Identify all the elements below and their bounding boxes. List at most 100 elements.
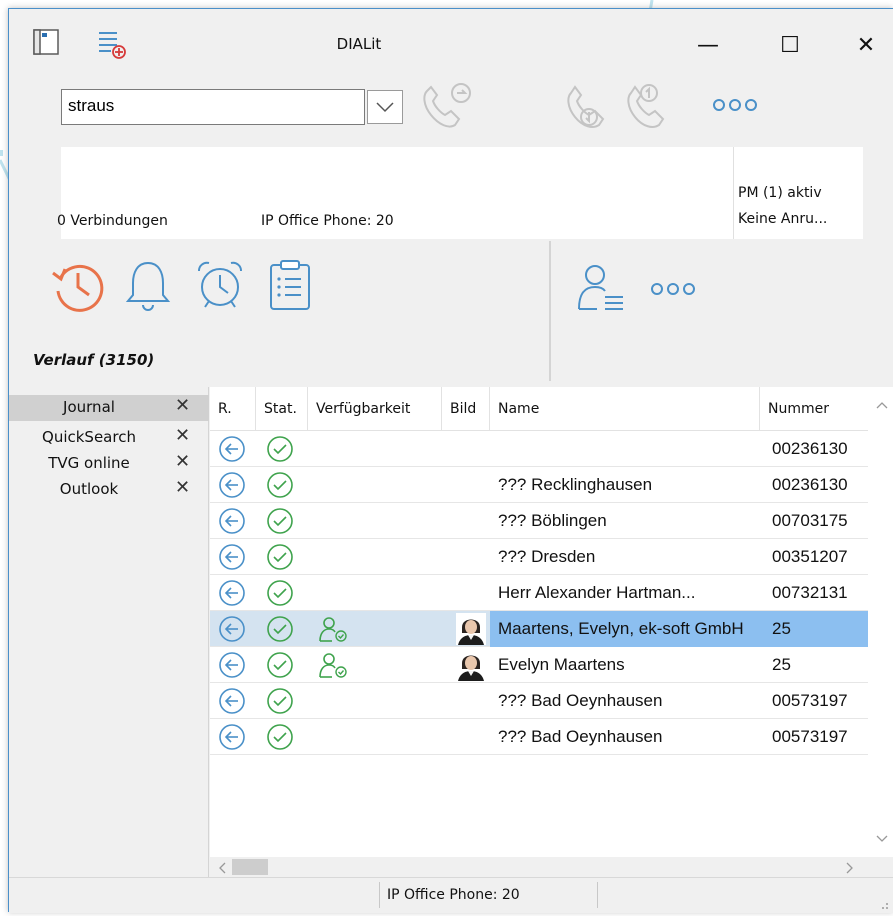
scroll-down-icon[interactable] [876,835,888,843]
tab-outlook-label: Outlook [59,480,119,498]
table-row[interactable]: ??? Böblingen 00703175 [210,503,868,539]
incoming-call-icon [219,688,245,714]
table-row[interactable]: ??? Bad Oeynhausen 00573197 [210,683,868,719]
incoming-call-icon [219,436,245,462]
bell-icon[interactable] [123,257,173,315]
contact-list-icon[interactable] [575,261,627,317]
alarm-clock-icon[interactable] [193,257,247,315]
contact-photo-avatar [456,613,486,645]
row-name: ??? Bad Oeynhausen [498,727,663,746]
resize-grip-icon[interactable] [875,898,889,910]
row-name: ??? Bad Oeynhausen [498,691,663,710]
tab-outlook-close-icon[interactable]: ✕ [175,477,190,498]
tab-tvg-online-label: TVG online [48,454,130,472]
column-image[interactable]: Bild [442,387,490,431]
pm-status: PM (1) aktiv [738,185,822,201]
row-number: 00351207 [772,547,848,566]
incoming-call-icon [219,652,245,678]
table-row[interactable]: 00236130 [210,431,868,467]
availability-icon [319,617,347,642]
connections-count: 0 Verbindungen [57,213,168,229]
horizontal-scrollbar[interactable] [210,857,893,877]
history-icon[interactable] [49,257,107,315]
tab-tvg-online[interactable]: TVG online ✕ [9,451,209,477]
row-name: ??? Böblingen [498,511,607,530]
search-dropdown-button[interactable] [367,90,403,124]
column-status[interactable]: Stat. [256,387,308,431]
incoming-call-icon [219,616,245,642]
scroll-left-icon[interactable] [218,862,226,874]
row-number: 00703175 [772,511,848,530]
contact-photo-avatar [456,649,486,681]
row-name: Maartens, Evelyn, ek-soft GmbH [490,611,760,647]
check-status-icon [267,472,293,498]
phone-label: IP Office Phone: 20 [261,213,394,229]
check-status-icon [267,544,293,570]
incoming-call-icon [219,508,245,534]
row-name [490,431,760,467]
scroll-right-icon[interactable] [846,862,854,874]
tab-tvg-online-close-icon[interactable]: ✕ [175,451,190,472]
row-number: 00236130 [772,439,848,458]
section-title: Verlauf (3150) [33,351,155,369]
check-status-icon [267,580,293,606]
table-row[interactable]: ??? Dresden 00351207 [210,539,868,575]
dialit-window: DIALit — ☐ ✕ straus 0 Verbindungen IP Of… [8,8,893,913]
check-status-icon [267,616,293,642]
row-number: 00732131 [772,583,848,602]
vertical-scrollbar[interactable] [868,387,893,857]
row-number: 00573197 [772,727,848,746]
pickup-call-icon[interactable] [561,81,617,131]
row-name: ??? Dresden [498,547,596,566]
incoming-call-icon [219,544,245,570]
info-panel: 0 Verbindungen IP Office Phone: 20 [57,147,733,239]
check-status-icon [267,688,293,714]
row-name: ??? Recklinghausen [498,475,653,494]
tab-quicksearch-close-icon[interactable]: ✕ [175,425,190,446]
horizontal-scroll-thumb[interactable] [232,859,268,875]
calls-status: Keine Anru... [738,211,828,227]
clipboard-icon[interactable] [265,257,315,315]
scroll-up-icon[interactable] [876,401,888,409]
source-tabs: Journal ✕ QuickSearch ✕ TVG online ✕ Out… [9,387,209,877]
column-number[interactable]: Nummer [760,387,868,431]
title-bar: DIALit — ☐ ✕ [9,9,893,75]
row-number: 25 [772,655,791,674]
column-availability[interactable]: Verfügbarkeit [308,387,442,431]
check-status-icon [267,652,293,678]
row-number: 25 [760,611,868,647]
availability-icon [319,653,347,678]
table-row[interactable]: ??? Recklinghausen 00236130 [210,467,868,503]
column-name[interactable]: Name [490,387,760,431]
more-icon[interactable] [711,97,761,113]
maximize-button[interactable]: ☐ [767,27,813,63]
journal-grid: R. Stat. Verfügbarkeit Bild Name Nummer … [210,387,893,877]
tab-outlook[interactable]: Outlook ✕ [9,477,209,503]
table-row[interactable]: Evelyn Maartens 25 [210,647,868,683]
check-status-icon [267,436,293,462]
table-row[interactable]: Maartens, Evelyn, ek-soft GmbH 25 [210,611,868,647]
status-separator [379,882,380,908]
more-contacts-icon[interactable] [649,281,699,297]
incoming-call-icon [219,724,245,750]
row-number: 00236130 [772,475,848,494]
toolbar-divider [549,241,551,381]
tab-journal[interactable]: Journal ✕ [9,395,209,421]
minimize-button[interactable]: — [685,27,731,63]
check-status-icon [267,508,293,534]
column-r[interactable]: R. [210,387,256,431]
tab-quicksearch[interactable]: QuickSearch ✕ [9,425,209,451]
status-bar: IP Office Phone: 20 [9,877,893,913]
chevron-down-icon [376,102,394,113]
status-separator [597,882,598,908]
incoming-call-icon [219,580,245,606]
tab-journal-label: Journal [63,398,115,416]
dial-phone-icon[interactable] [417,79,473,131]
search-input[interactable]: straus [61,89,365,125]
table-row[interactable]: Herr Alexander Hartman... 00732131 [210,575,868,611]
row-name: Herr Alexander Hartman... [498,583,696,602]
tab-journal-close-icon[interactable]: ✕ [175,395,190,416]
transfer-call-icon[interactable] [619,79,675,131]
close-button[interactable]: ✕ [843,27,889,63]
table-row[interactable]: ??? Bad Oeynhausen 00573197 [210,719,868,755]
